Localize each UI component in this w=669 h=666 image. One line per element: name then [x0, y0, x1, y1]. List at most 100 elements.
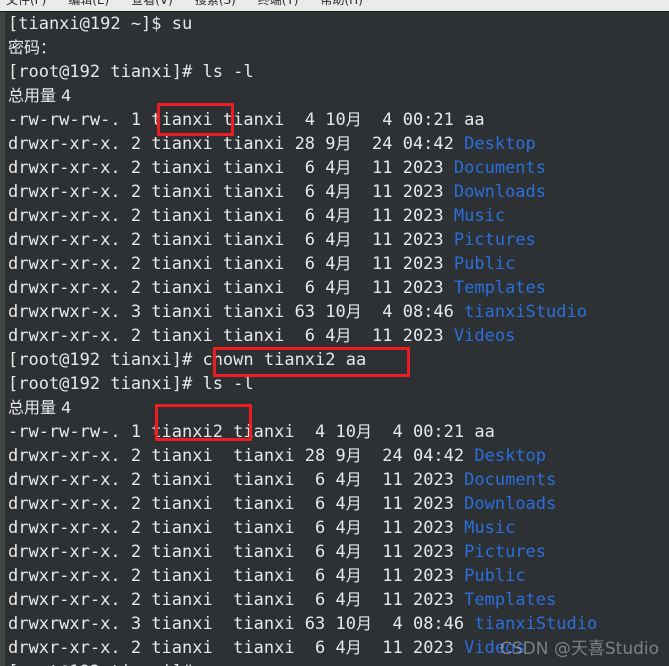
line-text: 月 — [335, 278, 352, 297]
line-text: 总用量 4 — [8, 398, 72, 417]
line-text: [root@192 tianxi]# chown tianxi2 aa — [8, 350, 367, 370]
listing-row-directory: drwxr-xr-x. 2 tianxi tianxi 6 4月 11 2023… — [5, 156, 669, 180]
directory-name: Templates — [464, 590, 557, 610]
line-text: 月 — [345, 566, 362, 585]
line-text: 11 2023 — [361, 542, 465, 562]
listing-row-file: -rw-rw-rw-. 1 tianxi tianxi 4 10月 4 00:2… — [5, 108, 669, 132]
listing-row-directory: drwxr-xr-x. 2 tianxi tianxi 6 4月 11 2023… — [5, 516, 669, 540]
line-text: 月 — [345, 446, 362, 465]
line-text: drwxr-xr-x. 2 tianxi tianxi 6 4 — [8, 638, 346, 658]
line-text: 11 2023 — [361, 494, 465, 514]
terminal-prompt-line: [tianxi@192 ~]$ su — [5, 12, 669, 36]
listing-row-directory: drwxrwxr-x. 3 tianxi tianxi 63 10月 4 08:… — [5, 612, 669, 636]
listing-row-directory: drwxr-xr-x. 2 tianxi tianxi 6 4月 11 2023… — [5, 204, 669, 228]
line-text: 11 2023 — [351, 206, 454, 226]
menu-item-terminal[interactable]: 终端(T) — [258, 0, 299, 8]
line-text: 月 — [335, 230, 352, 249]
listing-row-directory: drwxr-xr-x. 2 tianxi tianxi 6 4月 11 2023… — [5, 180, 669, 204]
menu-item-view[interactable]: 查看(V) — [131, 0, 173, 8]
line-text: 11 2023 — [361, 638, 465, 658]
line-text: 月 — [345, 110, 362, 129]
line-text: 11 2023 — [351, 326, 454, 346]
line-text: 月 — [345, 470, 362, 489]
directory-name: Documents — [453, 158, 547, 178]
directory-name: Templates — [453, 278, 547, 298]
line-text: [tianxi@192 ~]$ su — [8, 14, 193, 34]
directory-name: Videos — [453, 326, 516, 346]
terminal-text-line: 总用量 4 — [5, 84, 669, 108]
directory-name: Videos — [464, 638, 526, 658]
line-text: 月 — [356, 614, 373, 633]
menu-item-help[interactable]: 帮助(H) — [321, 0, 363, 8]
terminal-prompt-line: [root@192 tianxi]# — [5, 660, 669, 666]
line-text: 月 — [345, 518, 362, 537]
line-text: [root@192 tianxi]# — [8, 662, 192, 666]
terminal-text-line: 密码： — [5, 36, 669, 60]
listing-row-directory: drwxr-xr-x. 2 tianxi tianxi 6 4月 11 2023… — [5, 564, 669, 588]
directory-name: Desktop — [464, 134, 536, 154]
line-text: 11 2023 — [351, 254, 454, 274]
line-text: drwxr-xr-x. 2 tianxi tianxi 28 9 — [8, 134, 336, 154]
line-text: drwxr-xr-x. 2 tianxi tianxi 6 4 — [8, 206, 336, 226]
line-text: 11 2023 — [351, 230, 454, 250]
menubar[interactable]: 文件(F) 编辑(E) 查看(V) 搜索(S) 终端(T) 帮助(H) — [0, 0, 669, 12]
line-text: drwxr-xr-x. 2 tianxi tianxi 6 4 — [8, 566, 346, 586]
line-text: drwxrwxr-x. 3 tianxi tianxi 63 10 — [8, 302, 346, 322]
line-text: 4 08:46 — [372, 614, 475, 634]
directory-name: tianxiStudio — [464, 302, 587, 322]
line-text: -rw-rw-rw-. 1 tianxi tianxi 4 10 — [8, 110, 346, 130]
line-text: -rw-rw-rw-. 1 tianxi2 tianxi 4 10 — [8, 422, 356, 442]
line-text: 11 2023 — [351, 278, 454, 298]
terminal-window: 文件(F) 编辑(E) 查看(V) 搜索(S) 终端(T) 帮助(H) [tia… — [0, 0, 669, 666]
listing-row-directory: drwxr-xr-x. 2 tianxi tianxi 6 4月 11 2023… — [5, 540, 669, 564]
line-text: drwxr-xr-x. 2 tianxi tianxi 28 9 — [8, 446, 346, 466]
listing-row-directory: drwxrwxr-x. 3 tianxi tianxi 63 10月 4 08:… — [5, 300, 669, 324]
line-text: drwxr-xr-x. 2 tianxi tianxi 6 4 — [8, 542, 346, 562]
terminal-text-line: 总用量 4 — [5, 396, 669, 420]
directory-name: Desktop — [474, 446, 547, 466]
line-text: 4 00:21 aa — [361, 110, 485, 130]
terminal-output[interactable]: [tianxi@192 ~]$ su 密码： [root@192 tianxi]# … — [5, 12, 669, 666]
line-text: 月 — [345, 638, 362, 657]
listing-row-directory: drwxr-xr-x. 2 tianxi tianxi 28 9月 24 04:… — [5, 444, 669, 468]
menu-item-search[interactable]: 搜索(S) — [195, 0, 236, 8]
line-text: 月 — [335, 206, 352, 225]
menu-item-edit[interactable]: 编辑(E) — [68, 0, 109, 8]
line-text: drwxr-xr-x. 2 tianxi tianxi 6 4 — [8, 326, 336, 346]
listing-row-directory: drwxr-xr-x. 2 tianxi tianxi 6 4月 11 2023… — [5, 636, 669, 660]
listing-row-directory: drwxr-xr-x. 2 tianxi tianxi 6 4月 11 2023… — [5, 588, 669, 612]
line-text: drwxr-xr-x. 2 tianxi tianxi 6 4 — [8, 590, 346, 610]
menubar-items: 文件(F) 编辑(E) 查看(V) 搜索(S) 终端(T) 帮助(H) — [6, 0, 363, 9]
line-text: 月 — [345, 302, 362, 321]
directory-name: Pictures — [464, 542, 547, 562]
line-text: 月 — [345, 542, 362, 561]
line-text: drwxr-xr-x. 2 tianxi tianxi 6 4 — [8, 158, 336, 178]
line-text: 月 — [345, 590, 362, 609]
listing-row-directory: drwxr-xr-x. 2 tianxi tianxi 6 4月 11 2023… — [5, 324, 669, 348]
menu-item-file[interactable]: 文件(F) — [6, 0, 46, 8]
line-text: drwxr-xr-x. 2 tianxi tianxi 6 4 — [8, 470, 346, 490]
line-text: 24 04:42 — [361, 446, 475, 466]
line-text: 月 — [335, 254, 352, 273]
line-text: 11 2023 — [351, 158, 454, 178]
directory-name: Public — [464, 566, 526, 586]
line-text: drwxr-xr-x. 2 tianxi tianxi 6 4 — [8, 278, 336, 298]
directory-name: Public — [453, 254, 516, 274]
listing-row-directory: drwxr-xr-x. 2 tianxi tianxi 6 4月 11 2023… — [5, 252, 669, 276]
line-text: drwxrwxr-x. 3 tianxi tianxi 63 10 — [8, 614, 356, 634]
line-text: [root@192 tianxi]# ls -l — [8, 374, 254, 394]
directory-name: Downloads — [464, 494, 557, 514]
line-text: 总用量 4 — [8, 86, 72, 105]
directory-name: Music — [464, 518, 516, 538]
listing-row-directory: drwxr-xr-x. 2 tianxi tianxi 28 9月 24 04:… — [5, 132, 669, 156]
line-text: 11 2023 — [361, 518, 465, 538]
line-text: drwxr-xr-x. 2 tianxi tianxi 6 4 — [8, 494, 346, 514]
directory-name: Downloads — [453, 182, 547, 202]
line-text: 密码： — [8, 38, 57, 57]
line-text: [root@192 tianxi]# ls -l — [8, 62, 254, 82]
listing-row-directory: drwxr-xr-x. 2 tianxi tianxi 6 4月 11 2023… — [5, 492, 669, 516]
line-text: drwxr-xr-x. 2 tianxi tianxi 6 4 — [8, 518, 346, 538]
terminal-prompt-line: [root@192 tianxi]# ls -l — [5, 60, 669, 84]
line-text: 4 08:46 — [361, 302, 465, 322]
listing-row-file: -rw-rw-rw-. 1 tianxi2 tianxi 4 10月 4 00:… — [5, 420, 669, 444]
